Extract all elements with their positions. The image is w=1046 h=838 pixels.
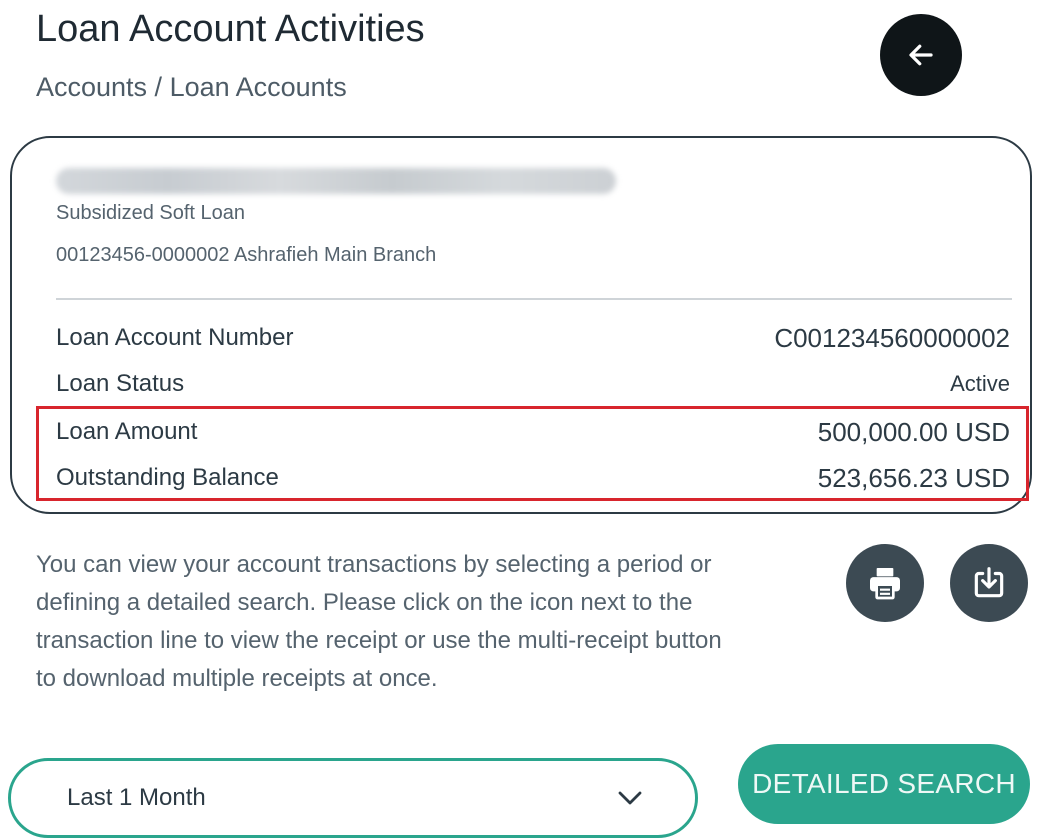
period-select-value: Last 1 Month [67,784,206,811]
detail-row-account-number: Loan Account Number C001234560000002 [56,320,1010,356]
period-select[interactable]: Last 1 Month [8,758,698,838]
info-text: You can view your account transactions b… [36,551,722,692]
detailed-search-button[interactable]: DETAILED SEARCH [738,744,1030,824]
printer-icon [870,568,900,600]
account-branch: 00123456-0000002 Ashrafieh Main Branch [56,244,437,266]
divider [56,298,1012,300]
loan-type: Subsidized Soft Loan [56,202,246,224]
page-title: Loan Account Activities [36,8,425,50]
arrow-left-icon [909,44,933,66]
detail-row-loan-status: Loan Status Active [56,366,1010,402]
breadcrumb[interactable]: Accounts / Loan Accounts [36,72,347,103]
chevron-down-icon [618,791,642,805]
detail-label: Loan Status [56,370,185,397]
account-holder-name-redacted [56,168,616,194]
print-button[interactable] [846,544,924,622]
download-button[interactable] [950,544,1028,622]
highlight-box [36,406,1029,501]
back-button[interactable] [880,14,962,96]
detail-value: C001234560000002 [774,322,1010,353]
detail-label: Loan Account Number [56,324,294,351]
detail-value: Active [950,371,1010,396]
download-icon [974,567,1004,598]
